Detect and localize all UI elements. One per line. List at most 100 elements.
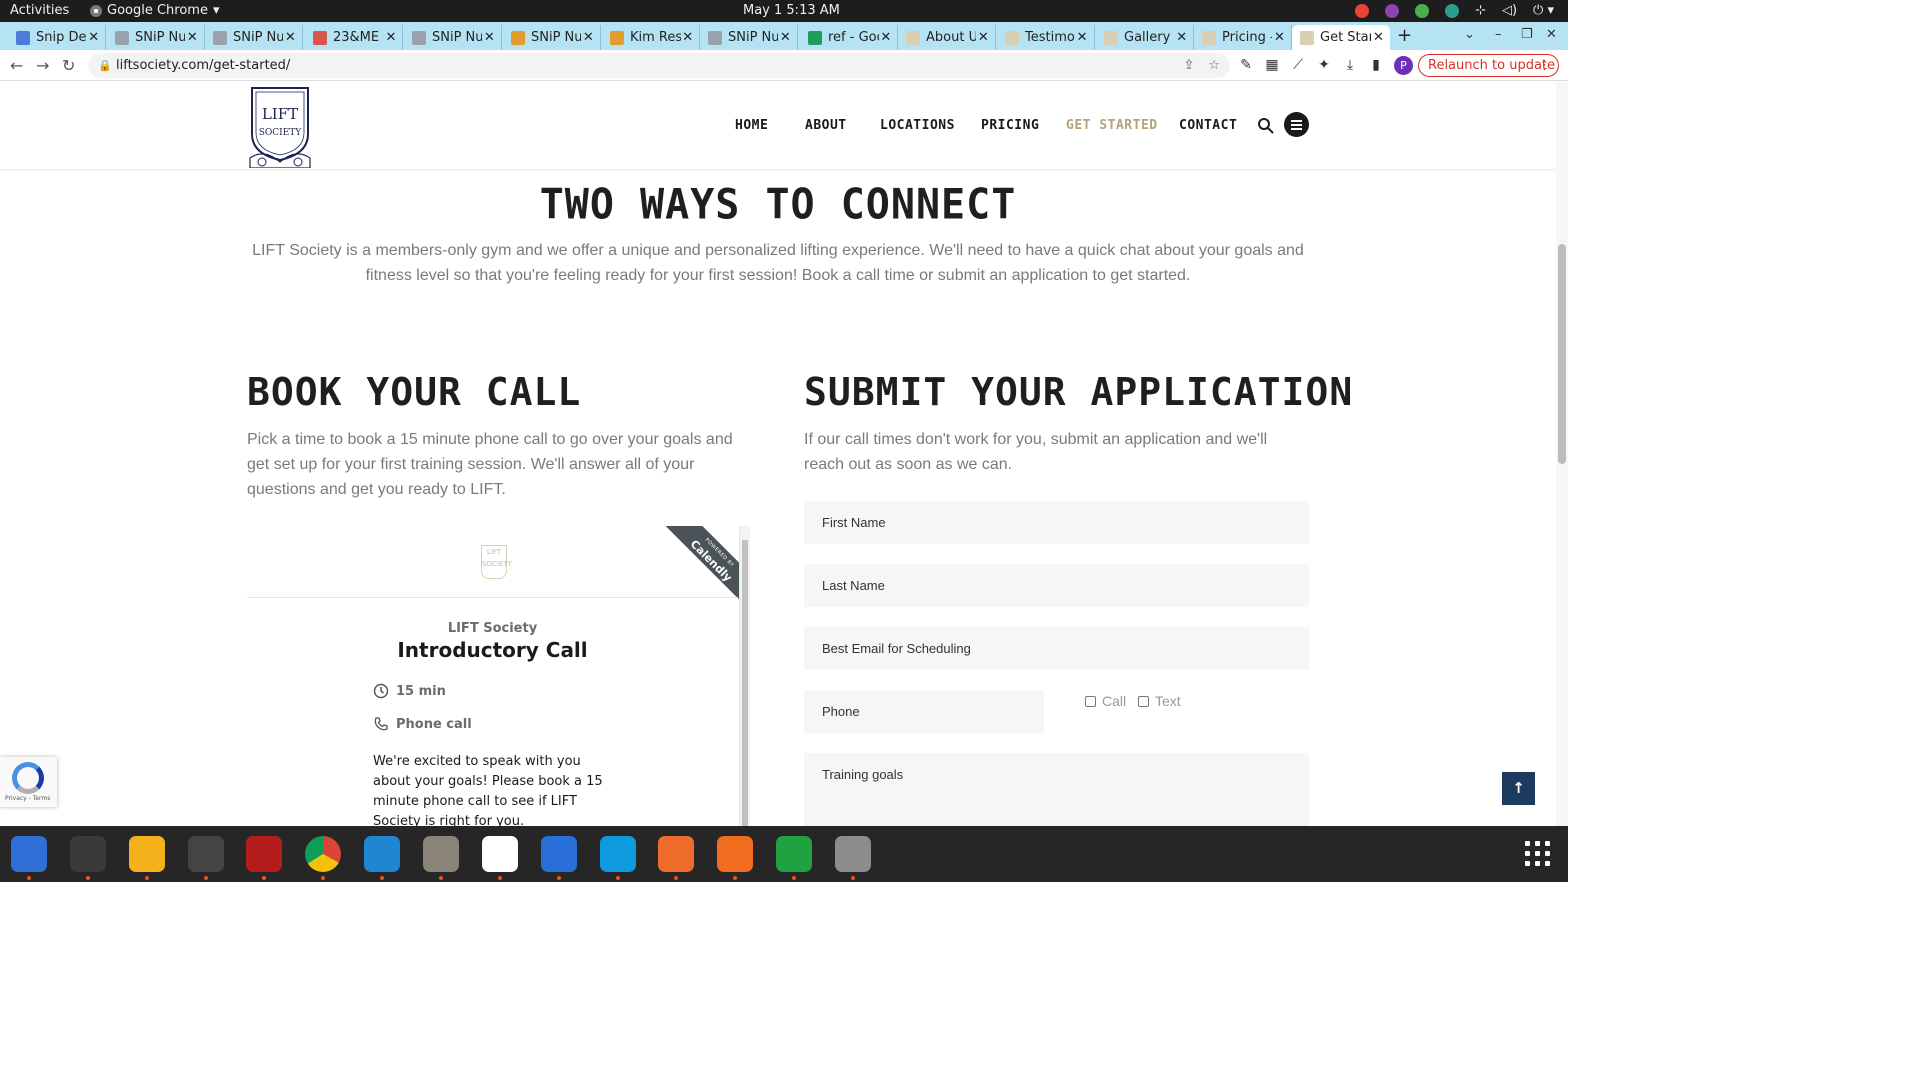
tab-close-icon[interactable]: ✕ (976, 30, 991, 45)
show-apps-icon[interactable] (1525, 841, 1551, 867)
browser-tab[interactable]: Kim Resi ✕ (602, 25, 700, 50)
postman-icon[interactable] (658, 836, 694, 872)
chrome-icon[interactable] (305, 836, 341, 872)
close-window-icon[interactable]: ✕ (1546, 27, 1557, 42)
nav-pricing[interactable]: PRICING (981, 118, 1066, 133)
calendar-extension-icon[interactable]: ▦ (1264, 57, 1280, 73)
email-field[interactable]: Best Email for Scheduling (804, 627, 1309, 670)
reload-icon[interactable]: ↻ (62, 56, 75, 75)
bookmark-star-icon[interactable]: ☆ (1208, 53, 1220, 78)
call-checkbox[interactable]: Call (1085, 693, 1126, 709)
vscode-icon[interactable] (364, 836, 400, 872)
relaunch-button[interactable]: Relaunch to update ⋮ (1418, 54, 1559, 77)
forward-icon[interactable]: → (36, 56, 49, 75)
power-icon[interactable]: ⏻ ▾ (1533, 3, 1554, 18)
profile-avatar[interactable]: P (1394, 56, 1413, 75)
disk-utility-icon[interactable] (835, 836, 871, 872)
tab-close-icon[interactable]: ✕ (384, 30, 398, 45)
volume-icon[interactable]: ◁) (1502, 3, 1517, 18)
tab-close-icon[interactable]: ✕ (482, 30, 497, 45)
hamburger-menu-icon[interactable] (1284, 112, 1309, 137)
browser-tab[interactable]: 23&ME c✕ (305, 25, 403, 50)
files-icon[interactable] (423, 836, 459, 872)
terminal-icon[interactable] (70, 836, 106, 872)
tab-close-icon[interactable]: ✕ (1074, 30, 1090, 45)
tab-close-icon[interactable]: ✕ (681, 30, 695, 45)
training-goals-field[interactable]: Training goals (804, 753, 1309, 826)
browser-tab[interactable]: SNiP Nu ✕ (107, 25, 205, 50)
chrome-tray-icon[interactable] (1355, 3, 1370, 18)
lift-society-logo[interactable]: LIFT SOCIETY (248, 84, 312, 168)
lock-icon[interactable]: 🔒 (98, 53, 112, 78)
download-icon[interactable]: ⤓ (1342, 57, 1358, 73)
tab-close-icon[interactable]: ✕ (1272, 30, 1287, 45)
system-monitor-icon[interactable] (188, 836, 224, 872)
libreoffice-calc-icon[interactable] (776, 836, 812, 872)
nav-contact[interactable]: CONTACT (1179, 118, 1239, 133)
status-tray-icon[interactable] (1445, 3, 1460, 18)
browser-tab[interactable]: About U ✕ (898, 25, 996, 50)
system-tray[interactable]: ⊹ ◁) ⏻ ▾ (1355, 3, 1554, 18)
skype-icon[interactable] (600, 836, 636, 872)
side-panel-icon[interactable]: ▮ (1368, 57, 1384, 73)
nav-about[interactable]: ABOUT (805, 118, 880, 133)
pen-extension-icon[interactable]: ⟋ (1290, 57, 1306, 73)
browser-tab[interactable]: Pricing - ✕ (1194, 25, 1292, 50)
powered-by-calendly-ribbon[interactable]: POWERED BY Calendly (663, 526, 739, 602)
browser-tab[interactable]: Testimo ✕ (997, 25, 1095, 50)
browser-tab[interactable]: Snip Det ✕ (8, 25, 106, 50)
browser-tab[interactable]: SNiP Nu ✕ (205, 25, 303, 50)
sync-tray-icon[interactable] (1415, 3, 1430, 18)
new-tab-button[interactable]: + (1397, 25, 1412, 46)
text-editor-icon[interactable] (482, 836, 518, 872)
tab-close-icon[interactable]: ✕ (879, 30, 893, 45)
minimize-icon[interactable]: – (1495, 27, 1502, 42)
tab-close-icon[interactable]: ✕ (283, 30, 298, 45)
first-name-field[interactable]: First Name (804, 501, 1309, 544)
browser-tab[interactable]: Get Star ✕ (1292, 25, 1390, 50)
calendly-embed[interactable]: LIFT SOCIETY POWERED BY Calendly LIFT Soc… (247, 526, 750, 826)
nav-get-started[interactable]: GET STARTED (1066, 118, 1179, 133)
eyedropper-icon[interactable]: ✎ (1238, 57, 1254, 73)
nav-home[interactable]: HOME (735, 118, 805, 133)
kebab-menu-icon[interactable]: ⋮ (1538, 55, 1551, 76)
nav-locations[interactable]: LOCATIONS (880, 118, 981, 133)
page-scrollbar[interactable] (1556, 82, 1568, 826)
network-icon[interactable]: ⊹ (1475, 3, 1486, 18)
tab-close-icon[interactable]: ✕ (1371, 30, 1386, 45)
tab-close-icon[interactable]: ✕ (581, 30, 596, 45)
recaptcha-links[interactable]: Privacy - Terms (5, 795, 50, 802)
tab-close-icon[interactable]: ✕ (1174, 30, 1189, 45)
browser-tab[interactable]: SNiP Nu ✕ (503, 25, 601, 50)
calendly-scroll-thumb[interactable] (742, 540, 748, 826)
tab-search-icon[interactable]: ⌄ (1464, 27, 1475, 42)
text-checkbox-box[interactable] (1138, 695, 1149, 707)
last-name-field[interactable]: Last Name (804, 564, 1309, 607)
app-menu[interactable]: Google Chrome ▾ (90, 3, 220, 18)
thunderbird-icon[interactable] (11, 836, 47, 872)
address-bar[interactable]: 🔒 liftsociety.com/get-started/ ⇪ ☆ (88, 53, 1230, 78)
clock[interactable]: May 1 5:13 AM (743, 3, 840, 18)
tab-close-icon[interactable]: ✕ (185, 30, 200, 45)
browser-tab[interactable]: ref - Goo✕ (800, 25, 898, 50)
puzzle-icon[interactable]: ✦ (1316, 57, 1332, 73)
page-scroll-thumb[interactable] (1558, 244, 1566, 464)
phone-field[interactable]: Phone (804, 690, 1044, 733)
filezilla-icon[interactable] (246, 836, 282, 872)
browser-tab[interactable]: SNiP Nu ✕ (404, 25, 502, 50)
browser-tab[interactable]: SNiP Nu ✕ (700, 25, 798, 50)
call-checkbox-box[interactable] (1085, 695, 1096, 707)
restore-icon[interactable]: ❐ (1521, 27, 1533, 42)
calendly-scrollbar[interactable] (739, 526, 750, 826)
share-icon[interactable]: ⇪ (1183, 53, 1194, 78)
calculator-icon[interactable] (129, 836, 165, 872)
app-tray-icon[interactable] (1385, 3, 1400, 18)
url-text[interactable]: liftsociety.com/get-started/ (116, 58, 290, 73)
recaptcha-badge[interactable]: Privacy - Terms (0, 757, 57, 807)
browser-tab[interactable]: Gallery - ✕ (1096, 25, 1194, 50)
firefox-like-icon[interactable] (717, 836, 753, 872)
back-to-top-button[interactable]: ↑ (1502, 772, 1535, 805)
text-checkbox[interactable]: Text (1138, 693, 1181, 709)
activities-button[interactable]: Activities (10, 3, 69, 18)
back-icon[interactable]: ← (10, 56, 23, 75)
